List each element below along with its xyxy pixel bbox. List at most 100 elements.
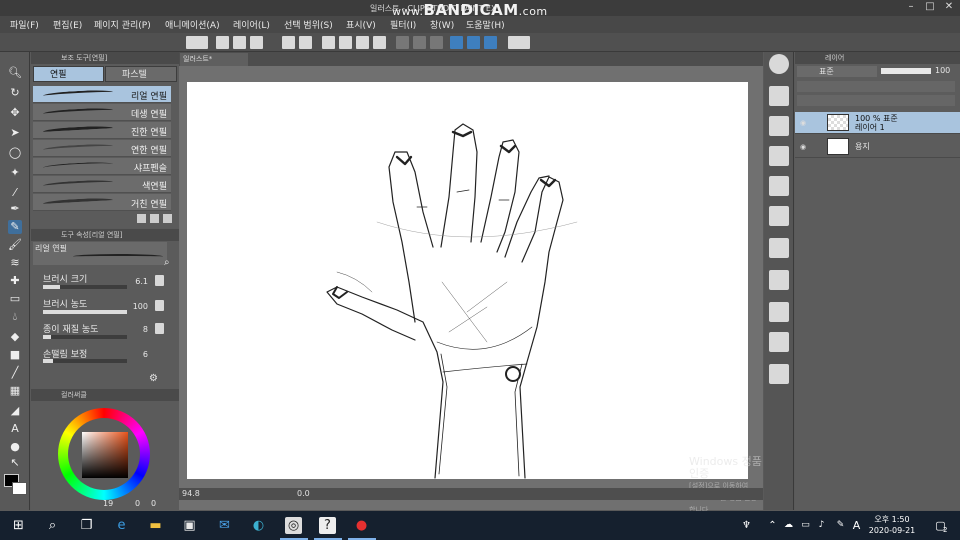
- new-icon[interactable]: [216, 36, 229, 49]
- material-image-icon[interactable]: [769, 270, 789, 290]
- airbrush-tool-icon[interactable]: ≋: [8, 256, 22, 270]
- people-icon[interactable]: ♆: [738, 517, 755, 534]
- maximize-button[interactable]: □: [921, 1, 939, 14]
- zoom-value[interactable]: 94.8: [182, 489, 200, 498]
- decoration-tool-icon[interactable]: ✚: [8, 274, 22, 288]
- invert-icon[interactable]: [430, 36, 443, 49]
- ime-indicator[interactable]: A: [848, 517, 865, 534]
- operation-tool-icon[interactable]: ➤: [8, 126, 22, 140]
- zoom-tool-icon[interactable]: 🔍︎: [8, 66, 22, 80]
- material-icon[interactable]: [769, 116, 789, 136]
- blend-mode-select[interactable]: 표준: [797, 66, 877, 77]
- main-sub-color[interactable]: [2, 472, 30, 508]
- bandicam-icon[interactable]: ●: [353, 517, 370, 534]
- opacity-value[interactable]: 100: [935, 66, 950, 75]
- eyedropper-tool-icon[interactable]: ⁄: [8, 186, 22, 200]
- figure-tool-icon[interactable]: ╱: [8, 366, 22, 380]
- eraser-tool-icon[interactable]: ▭: [8, 292, 22, 306]
- search-icon[interactable]: ⌕: [164, 257, 170, 268]
- brush-density-slider[interactable]: [43, 310, 127, 314]
- tab-pastel[interactable]: 파스텔: [105, 66, 177, 82]
- transform-icon[interactable]: [373, 36, 386, 49]
- menu-help[interactable]: 도움말(H): [466, 18, 505, 31]
- menu-view[interactable]: 표시(V): [346, 18, 376, 31]
- material-download-icon[interactable]: [769, 364, 789, 384]
- document-tab[interactable]: 일러스트*: [180, 53, 248, 66]
- material-pattern-icon[interactable]: [769, 176, 789, 196]
- chevron-up-icon[interactable]: ⌃: [764, 517, 781, 534]
- brush-item[interactable]: 샤프펜슬: [33, 158, 171, 175]
- fill-icon[interactable]: [339, 36, 352, 49]
- trash-icon[interactable]: [163, 214, 172, 223]
- brush-item[interactable]: 리얼 연필: [33, 86, 171, 103]
- menu-file[interactable]: 파일(F): [10, 18, 39, 31]
- pencil-tool-icon[interactable]: ✎: [8, 220, 22, 234]
- crop-icon[interactable]: [396, 36, 409, 49]
- menu-layer[interactable]: 레이어(L): [233, 18, 270, 31]
- gradient-tool-icon[interactable]: ■: [8, 348, 22, 362]
- open-icon[interactable]: [233, 36, 246, 49]
- edge-icon[interactable]: ◐: [250, 517, 267, 534]
- edge-legacy-icon[interactable]: e: [113, 517, 130, 534]
- help-icon[interactable]: [508, 36, 530, 49]
- menu-filter[interactable]: 필터(I): [390, 18, 416, 31]
- brush-size-spinner[interactable]: [155, 275, 164, 286]
- pen-icon[interactable]: ✎: [832, 517, 849, 534]
- undo-icon[interactable]: [282, 36, 295, 49]
- menu-edit[interactable]: 편집(E): [53, 18, 82, 31]
- visibility-eye-icon[interactable]: ◉: [800, 143, 806, 151]
- paper-texture-spinner[interactable]: [155, 323, 164, 334]
- clip-studio-icon[interactable]: [186, 36, 208, 49]
- deselect-icon[interactable]: [356, 36, 369, 49]
- windows-start-icon[interactable]: ⊞: [10, 517, 27, 534]
- material-brush-icon[interactable]: [769, 302, 789, 322]
- clip-studio-app-icon[interactable]: ◎: [285, 517, 302, 534]
- layer-row[interactable]: ◉ 용지: [795, 136, 960, 158]
- brush-density-spinner[interactable]: [155, 300, 164, 311]
- brush-size-value[interactable]: 6.1: [124, 277, 148, 286]
- snap-special-icon[interactable]: [484, 36, 497, 49]
- move-layer-tool-icon[interactable]: ✥: [8, 106, 22, 120]
- opacity-slider[interactable]: [881, 68, 931, 74]
- stabilization-value[interactable]: 6: [124, 350, 148, 359]
- close-button[interactable]: ✕: [940, 1, 958, 14]
- stabilization-slider[interactable]: [43, 359, 127, 363]
- navigator-icon[interactable]: [769, 54, 789, 74]
- clear-icon[interactable]: [322, 36, 335, 49]
- lasso-tool-icon[interactable]: ◯: [8, 146, 22, 160]
- material-tone-icon[interactable]: [769, 146, 789, 166]
- network-icon[interactable]: ▭: [797, 517, 814, 534]
- layer-row[interactable]: ◉ 100 % 표준 레이어 1: [795, 112, 960, 134]
- brush-tool-icon[interactable]: 🖌︎: [8, 238, 22, 252]
- store-icon[interactable]: ▣: [181, 517, 198, 534]
- canvas-paper[interactable]: [187, 82, 748, 479]
- correction-tool-icon[interactable]: ↖: [8, 456, 22, 470]
- save-icon[interactable]: [250, 36, 263, 49]
- create-subtool-icon[interactable]: [150, 214, 159, 223]
- task-view-icon[interactable]: ❐: [78, 517, 95, 534]
- brush-item[interactable]: 색연필: [33, 176, 171, 193]
- brush-item[interactable]: 거친 연필: [33, 194, 171, 211]
- copy-subtool-icon[interactable]: [137, 214, 146, 223]
- file-explorer-icon[interactable]: ▬: [147, 517, 164, 534]
- clip-studio-paint-icon[interactable]: ?: [319, 517, 336, 534]
- rotate-tool-icon[interactable]: ↻: [8, 86, 22, 100]
- magic-wand-tool-icon[interactable]: ✦: [8, 166, 22, 180]
- minimize-button[interactable]: –: [902, 1, 920, 14]
- text-tool-icon[interactable]: A: [8, 422, 22, 436]
- brush-size-slider[interactable]: [43, 285, 127, 289]
- snap-grid-icon[interactable]: [467, 36, 480, 49]
- menu-page[interactable]: 페이지 관리(P): [94, 18, 151, 31]
- brush-item[interactable]: 연한 연필: [33, 140, 171, 157]
- material-3d-icon[interactable]: [769, 238, 789, 258]
- select-icon[interactable]: [413, 36, 426, 49]
- volume-icon[interactable]: ♪: [813, 517, 830, 534]
- menu-window[interactable]: 창(W): [430, 18, 454, 31]
- rotation-value[interactable]: 0.0: [297, 489, 310, 498]
- snap-ruler-icon[interactable]: [450, 36, 463, 49]
- ruler-tool-icon[interactable]: ◢: [8, 404, 22, 418]
- onedrive-icon[interactable]: ☁: [780, 517, 797, 534]
- paper-texture-value[interactable]: 8: [124, 325, 148, 334]
- pen-tool-icon[interactable]: ✒: [8, 202, 22, 216]
- paper-texture-slider[interactable]: [43, 335, 127, 339]
